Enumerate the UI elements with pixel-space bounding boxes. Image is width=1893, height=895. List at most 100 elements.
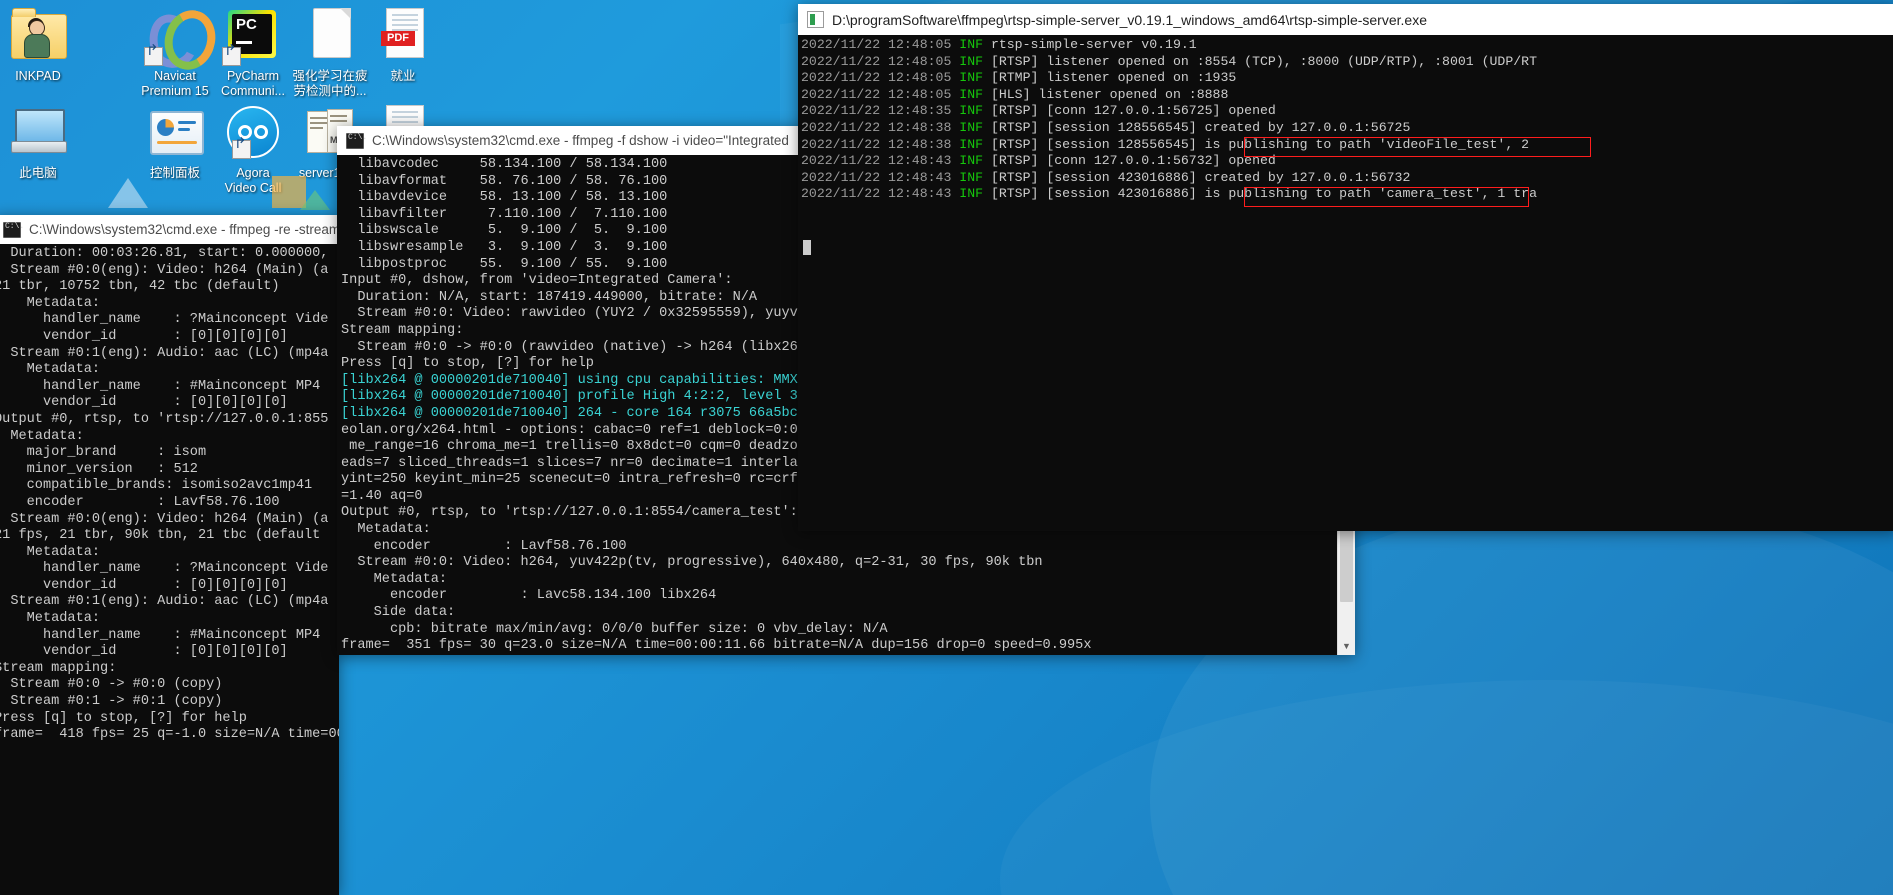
console-line: minor_version : 512 <box>0 461 198 477</box>
console-line: compatible_brands: isomiso2avc1mp41 <box>0 478 313 494</box>
console-line: 2022/11/22 12:48:43 INF [RTSP] [session … <box>801 186 1893 203</box>
log-message: rtsp-simple-server v0.19.1 <box>983 37 1197 52</box>
console-line: Stream #0:0(eng): Video: h264 (Main) (a <box>0 511 329 527</box>
log-level: INF <box>959 186 984 202</box>
window-titlebar[interactable]: D:\programSoftware\ffmpeg\rtsp-simple-se… <box>798 4 1893 35</box>
console-line: encoder : Lavf58.76.100 <box>0 494 280 510</box>
desktop-icon-this-pc[interactable]: 此电脑 <box>0 103 86 181</box>
rtsp-server-icon <box>807 11 824 28</box>
log-message: [RTSP] [session 423016886] created by 12… <box>983 169 1411 185</box>
desktop-icon-label: 就业 <box>390 69 416 83</box>
console-line: Stream #0:1 -> #0:1 (copy) <box>0 694 223 710</box>
console-caret <box>803 240 811 255</box>
log-level: INF <box>959 53 984 69</box>
this-pc-icon <box>9 103 67 161</box>
cmd-icon <box>3 221 24 238</box>
console-line: handler_name : #Mainconcept MP4 <box>0 378 329 394</box>
window-title-text: C:\Windows\system32\cmd.exe - ffmpeg -re… <box>29 222 339 237</box>
folder-user-icon <box>9 6 67 64</box>
agora-icon <box>224 103 282 161</box>
log-message: [RTSP] [session 423016886] is publishing… <box>983 186 1537 202</box>
log-timestamp: 2022/11/22 12:48:35 <box>801 103 960 119</box>
log-timestamp: 2022/11/22 12:48:43 <box>801 153 960 169</box>
console-line: major_brand : isom <box>0 445 207 461</box>
log-timestamp: 2022/11/22 12:48:38 <box>801 119 960 135</box>
console-line: Stream #0:1(eng): Audio: aac (LC) (mp4a <box>0 594 329 610</box>
navicat-icon <box>141 4 222 76</box>
console-line: 2022/11/22 12:48:38 INF [RTSP] [session … <box>801 137 1893 154</box>
pdf-document-icon: PDF <box>374 6 432 64</box>
log-message: [RTSP] [session 128556545] is publishing… <box>983 136 1530 152</box>
log-level: INF <box>959 153 984 169</box>
console-line: Duration: 00:03:26.81, start: 0.000000, <box>0 246 329 261</box>
console-line: 21 fps, 21 tbr, 90k tbn, 21 tbc (default <box>0 528 321 544</box>
console-line: 2022/11/22 12:48:05 INF [RTSP] listener … <box>801 54 1893 71</box>
shortcut-overlay-icon <box>144 47 163 66</box>
console-line: Stream #0:0 -> #0:0 (copy) <box>0 677 223 693</box>
console-line: handler_name : #Mainconcept MP4 <box>0 627 329 643</box>
console-line: Stream #0:1(eng): Audio: aac (LC) (mp4a <box>0 345 329 361</box>
desktop-screen: INKPAD Navicat Premium 15 PC PyCharm Com… <box>0 0 1893 895</box>
console-line: 2022/11/22 12:48:43 INF [RTSP] [conn 127… <box>801 153 1893 170</box>
log-message: [RTSP] listener opened on :8554 (TCP), :… <box>983 53 1537 69</box>
log-level: INF <box>959 37 984 52</box>
console-line: Metadata: <box>0 295 101 311</box>
console-line: encoder : Lavc58.134.100 libx264 <box>341 588 717 604</box>
console-line: cpb: bitrate max/min/avg: 0/0/0 buffer s… <box>341 621 888 637</box>
window-title-text: C:\Windows\system32\cmd.exe - ffmpeg -f … <box>372 133 789 148</box>
console-output-videofile: Duration: 00:03:26.81, start: 0.000000, … <box>0 244 339 895</box>
console-output-rtsp: 2022/11/22 12:48:05 INF rtsp-simple-serv… <box>798 35 1893 531</box>
log-level: INF <box>959 136 984 152</box>
log-timestamp: 2022/11/22 12:48:05 <box>801 86 960 102</box>
console-line: 2022/11/22 12:48:05 INF [RTMP] listener … <box>801 70 1893 87</box>
log-message: [RTSP] [session 128556545] created by 12… <box>983 119 1411 135</box>
desktop-icon-inkpad[interactable]: INKPAD <box>0 6 86 84</box>
log-message: [RTSP] [conn 127.0.0.1:56725] opened <box>983 103 1276 119</box>
log-level: INF <box>959 86 984 102</box>
log-level: INF <box>959 70 984 86</box>
console-line: Metadata: <box>0 611 101 627</box>
log-level: INF <box>959 169 984 185</box>
console-line: encoder : Lavf58.76.100 <box>341 538 627 554</box>
log-timestamp: 2022/11/22 12:48:05 <box>801 37 960 52</box>
log-timestamp: 2022/11/22 12:48:05 <box>801 53 960 69</box>
wallpaper-swoosh-2 <box>1000 680 1893 895</box>
console-line: 21 tbr, 10752 tbn, 42 tbc (default) <box>0 279 280 295</box>
console-line: Output #0, rtsp, to 'rtsp://127.0.0.1:85… <box>0 411 329 427</box>
document-icon <box>301 6 359 64</box>
console-line: 2022/11/22 12:48:35 INF [RTSP] [conn 127… <box>801 103 1893 120</box>
window-title-text: D:\programSoftware\ffmpeg\rtsp-simple-se… <box>832 11 1427 28</box>
log-message: [RTMP] listener opened on :1935 <box>983 70 1237 86</box>
console-line: 2022/11/22 12:48:05 INF rtsp-simple-serv… <box>801 37 1893 54</box>
scroll-down-arrow[interactable]: ▼ <box>1338 638 1355 655</box>
console-line: Stream #0:0: Video: h264, yuv422p(tv, pr… <box>341 555 1043 571</box>
console-line: 2022/11/22 12:48:43 INF [RTSP] [session … <box>801 170 1893 187</box>
window-cmd-videofile[interactable]: C:\Windows\system32\cmd.exe - ffmpeg -re… <box>0 215 339 895</box>
console-line: 2022/11/22 12:48:38 INF [RTSP] [session … <box>801 120 1893 137</box>
desktop-icon-label: INKPAD <box>15 69 61 83</box>
console-line: Metadata: <box>0 362 101 378</box>
shortcut-overlay-icon <box>232 140 251 159</box>
console-line: vendor_id : [0][0][0][0] <box>0 328 288 344</box>
console-line: Stream #0:0(eng): Video: h264 (Main) (a <box>0 262 329 278</box>
log-level: INF <box>959 119 984 135</box>
log-timestamp: 2022/11/22 12:48:05 <box>801 70 960 86</box>
desktop-icon-label: 此电脑 <box>19 166 57 180</box>
cmd-icon <box>346 132 367 149</box>
console-line: frame= 418 fps= 25 q=-1.0 size=N/A time=… <box>0 727 339 743</box>
window-rtsp-server[interactable]: D:\programSoftware\ffmpeg\rtsp-simple-se… <box>798 4 1893 531</box>
console-line: vendor_id : [0][0][0][0] <box>0 395 288 411</box>
shortcut-overlay-icon <box>222 47 241 66</box>
console-line: Metadata: <box>0 428 84 444</box>
log-timestamp: 2022/11/22 12:48:43 <box>801 186 960 202</box>
log-timestamp: 2022/11/22 12:48:38 <box>801 136 960 152</box>
desktop-icon-jiuye[interactable]: PDF 就业 <box>355 6 451 84</box>
pycharm-icon: PC <box>222 6 282 66</box>
console-line: 2022/11/22 12:48:05 INF [HLS] listener o… <box>801 87 1893 104</box>
window-titlebar[interactable]: C:\Windows\system32\cmd.exe - ffmpeg -re… <box>0 215 339 244</box>
log-timestamp: 2022/11/22 12:48:43 <box>801 169 960 185</box>
log-message: [HLS] listener opened on :8888 <box>983 86 1229 102</box>
console-line: Metadata: <box>341 571 448 587</box>
console-line: handler_name : ?Mainconcept Vide <box>0 561 329 577</box>
console-line: frame= 351 fps= 30 q=23.0 size=N/A time=… <box>341 638 1092 654</box>
